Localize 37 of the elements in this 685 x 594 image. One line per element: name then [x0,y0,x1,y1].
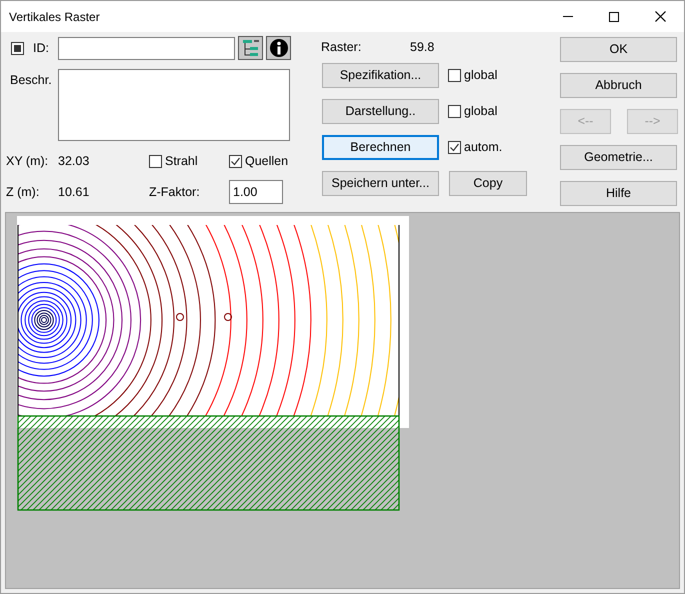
field-label: Raster: [321,38,362,56]
close-icon[interactable] [655,11,666,22]
checkbox-label[interactable]: global [464,66,498,85]
checkbox[interactable] [149,154,162,168]
checkbox[interactable] [11,42,24,54]
field-label: Z-Faktor: [149,184,201,201]
maximize-icon[interactable] [609,12,619,22]
tree-list-icon[interactable] [238,36,263,60]
window-title: Vertikales Raster [9,8,100,26]
dialog-button[interactable]: Geometrie... [560,145,677,170]
dialog-button[interactable]: Hilfe [560,181,677,206]
raster-value: 59.8 [410,38,434,56]
field-label: Beschr. [10,72,53,89]
dialog-button[interactable]: OK [560,37,677,62]
checkbox[interactable] [448,69,461,82]
z-value: 10.61 [58,184,90,201]
info-icon[interactable] [266,36,291,60]
id-input-field[interactable] [58,36,235,60]
action-button[interactable]: Darstellung.. [322,99,439,124]
copy-button[interactable]: Copy [449,171,527,196]
checkbox[interactable] [448,141,461,154]
checkbox[interactable] [448,105,461,118]
dialog-button[interactable]: Abbruch [560,73,677,98]
field-label: XY (m): [6,152,50,170]
checkbox[interactable] [229,154,242,168]
checkbox-label[interactable]: autom. [464,138,502,157]
action-button[interactable]: Speichern unter... [322,171,439,196]
checkbox-label[interactable]: Quellen [245,152,288,170]
field-label: Z (m): [6,184,40,201]
z-factor-field[interactable]: 1.00 [229,180,283,204]
field-label: ID: [33,40,50,57]
description-field[interactable] [58,69,290,141]
action-button[interactable]: Berechnen [322,135,439,160]
xy-value: 32.03 [58,152,90,170]
checkbox-label[interactable]: Strahl [165,152,198,170]
action-button[interactable]: Spezifikation... [322,63,439,88]
checkbox-label[interactable]: global [464,102,498,121]
